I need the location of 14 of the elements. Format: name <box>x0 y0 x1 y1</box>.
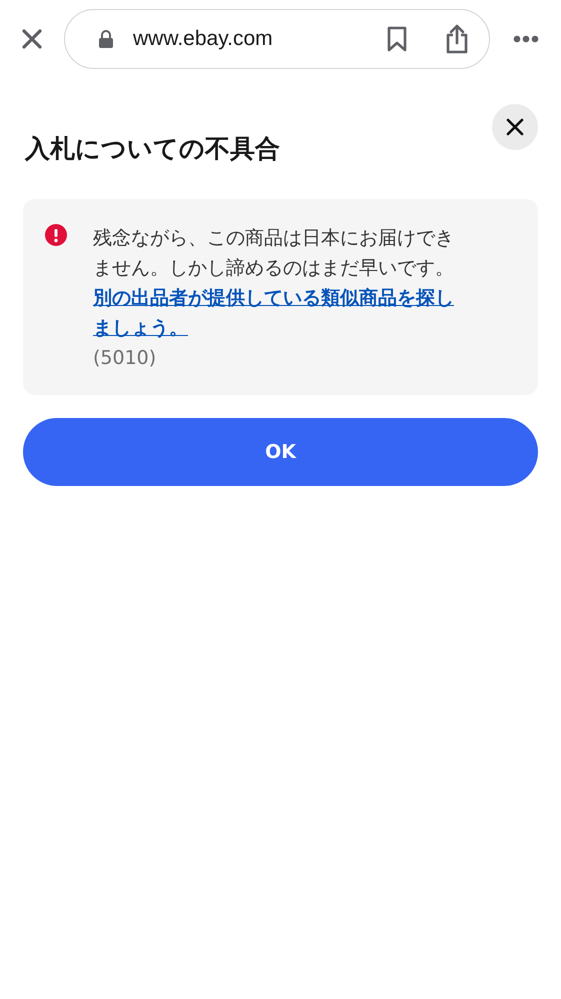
error-icon <box>45 224 67 246</box>
lock-icon <box>99 30 113 48</box>
bookmark-icon[interactable] <box>387 26 407 52</box>
more-icon[interactable] <box>513 35 539 43</box>
share-icon[interactable] <box>445 24 469 54</box>
similar-items-link[interactable]: 別の出品者が提供している類似商品を探しましょう。 <box>93 283 468 343</box>
alert-message: 残念ながら、この商品は日本にお届けできません。しかし諦めるのはまだ早いです。 別の出品者が提供している類似商品を探しましょう。 (5010) <box>93 223 468 373</box>
close-icon <box>506 118 524 136</box>
ok-button[interactable]: OK <box>23 418 538 486</box>
dialog-title: 入札についての不具合 <box>25 133 280 165</box>
close-icon[interactable] <box>22 29 42 49</box>
url-text: www.ebay.com <box>133 27 274 51</box>
address-bar[interactable]: www.ebay.com <box>64 9 490 69</box>
close-button[interactable] <box>492 104 538 150</box>
